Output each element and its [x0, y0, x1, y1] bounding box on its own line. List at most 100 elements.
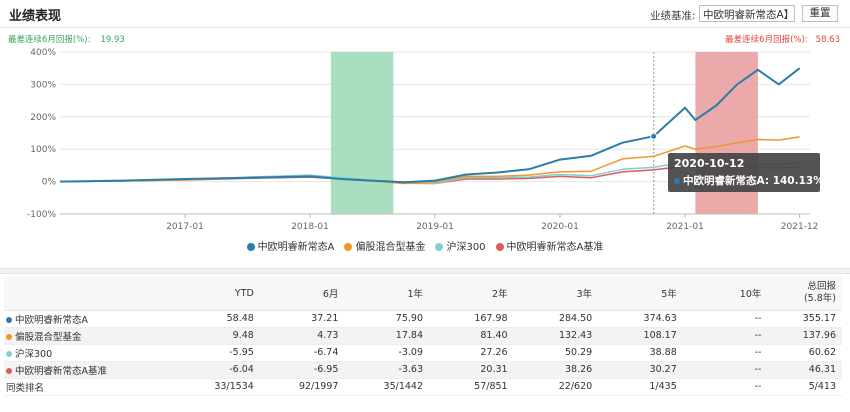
row-dot-icon: [6, 317, 12, 323]
row-name-cell: 沪深300: [4, 344, 176, 362]
reset-button[interactable]: 重置: [802, 5, 838, 22]
tooltip-date: 2020-10-12: [674, 157, 745, 170]
column-header: 3年: [513, 277, 599, 311]
table-body: 中欧明睿新常态A 58.48 37.21 75.90 167.98 284.50 374.6…: [4, 310, 842, 396]
table-cell: 167.98: [429, 310, 514, 328]
table-cell: 81.40: [429, 327, 514, 345]
row-name-cell: 中欧明睿新常态A基准: [4, 361, 176, 379]
column-header: 6月: [259, 277, 345, 311]
table-cell: 355.17: [767, 310, 842, 328]
row-name: 中欧明睿新常态A基准: [15, 365, 107, 377]
table-cell: 22/620: [513, 378, 599, 396]
column-header: [4, 277, 176, 311]
x-tick-label: 2021-01: [666, 222, 704, 232]
y-tick-label: 0%: [42, 178, 57, 188]
row-name: 中欧明睿新常态A: [15, 314, 88, 326]
table-cell: 20.31: [429, 361, 514, 379]
table-cell: 92/1997: [259, 378, 345, 396]
performance-panel: 业绩表现 业绩基准: 中欧明睿新常态A】 重置 最差连续6月回报(%): 19.9…: [0, 0, 850, 412]
column-header: 10年: [682, 277, 768, 311]
table-cell: 5/413: [767, 378, 842, 396]
table-cell: 1/435: [598, 378, 683, 396]
x-tick-label: 2019-01: [416, 222, 454, 232]
table-cell: --: [682, 344, 768, 362]
table-cell: 57/851: [429, 378, 514, 396]
table-cell: --: [682, 378, 768, 396]
table-cell: -6.74: [259, 344, 345, 362]
tooltip-series-dot: [674, 178, 680, 184]
table-cell: 137.96: [767, 327, 842, 345]
legend-item[interactable]: 中欧明睿新常态A基准: [495, 238, 603, 253]
table-cell: -5.95: [175, 344, 260, 362]
table-cell: 75.90: [344, 310, 429, 328]
x-tick-label: 2021-12: [781, 222, 819, 232]
benchmark-label: 业绩基准:: [650, 10, 696, 22]
table-row: 偏股混合型基金 9.48 4.73 17.84 81.40 132.43 108.17 -- 1…: [4, 327, 842, 345]
legend-item[interactable]: 中欧明睿新常态A: [246, 238, 334, 253]
row-name-cell: 同类排名: [4, 378, 176, 396]
table-cell: -3.09: [344, 344, 429, 362]
row-dot-icon: [6, 334, 12, 340]
row-dot-icon: [6, 351, 12, 357]
table-cell: 37.21: [259, 310, 345, 328]
table-header-row: YTD 6月 1年 2年 3年 5年 10年 总回报 (5.8年): [4, 277, 842, 311]
tooltip-label: 中欧明睿新常态A:: [683, 175, 770, 187]
section-divider: [0, 268, 850, 274]
legend-dot-icon: [495, 243, 504, 251]
y-tick-label: 100%: [30, 145, 56, 155]
table-cell: 284.50: [513, 310, 599, 328]
table-cell: 132.43: [513, 327, 599, 345]
row-dot-icon: [6, 368, 12, 374]
table-row: 中欧明睿新常态A 58.48 37.21 75.90 167.98 284.50 374.6…: [4, 310, 842, 328]
column-header: 1年: [344, 277, 429, 311]
row-name: 同类排名: [6, 382, 45, 394]
table-cell: 4.73: [259, 327, 345, 345]
column-header: 2年: [429, 277, 514, 311]
page-title: 业绩表现: [9, 9, 62, 24]
table-cell: --: [682, 327, 768, 345]
table-cell: -6.04: [175, 361, 260, 379]
table-cell: -3.63: [344, 361, 429, 379]
table-cell: 33/1534: [175, 378, 260, 396]
benchmark-select[interactable]: 中欧明睿新常态A】: [699, 5, 795, 22]
table-cell: 60.62: [767, 344, 842, 362]
table-cell: 17.84: [344, 327, 429, 345]
x-tick-label: 2018-01: [291, 222, 329, 232]
row-name: 偏股混合型基金: [15, 331, 82, 343]
panel-header: 业绩表现 业绩基准: 中欧明睿新常态A】 重置: [0, 0, 850, 28]
legend-dot-icon: [435, 243, 444, 251]
table-row: 中欧明睿新常态A基准 -6.04 -6.95 -3.63 20.31 38.26 30.27…: [4, 361, 842, 379]
table-cell: 38.26: [513, 361, 599, 379]
legend-dot-icon: [344, 243, 353, 251]
table-cell: 108.17: [598, 327, 683, 345]
table-cell: 30.27: [598, 361, 683, 379]
chart-legend: 中欧明睿新常态A 偏股混合型基金 沪深300 中欧明睿新常态A基准: [0, 238, 850, 253]
y-tick-label: 400%: [30, 48, 56, 58]
performance-table: YTD 6月 1年 2年 3年 5年 10年 总回报 (5.8年) 中欧明睿新常态A 58.48 3…: [4, 277, 842, 396]
tooltip-row: 中欧明睿新常态A: 140.13%: [674, 173, 824, 188]
chart-tooltip: 2020-10-12 中欧明睿新常态A: 140.13%: [668, 153, 824, 192]
legend-dot-icon: [246, 243, 255, 251]
table-cell: 9.48: [175, 327, 260, 345]
column-header: 总回报 (5.8年): [767, 277, 842, 311]
table-cell: 35/1442: [344, 378, 429, 396]
y-tick-label: 300%: [30, 80, 56, 90]
tooltip-point: [650, 132, 658, 140]
table-cell: 27.26: [429, 344, 514, 362]
row-name-cell: 偏股混合型基金: [4, 327, 176, 345]
x-tick-label: 2020-01: [541, 222, 579, 232]
table-cell: -6.95: [259, 361, 345, 379]
table-cell: 46.31: [767, 361, 842, 379]
y-tick-label: 200%: [30, 113, 56, 123]
table-cell: 58.48: [175, 310, 260, 328]
table-cell: 374.63: [598, 310, 683, 328]
legend-item[interactable]: 偏股混合型基金: [344, 238, 425, 253]
shaded-region: [330, 52, 394, 214]
row-name: 沪深300: [15, 348, 53, 360]
column-header-line: (5.8年): [803, 293, 836, 305]
table-cell: --: [682, 361, 768, 379]
column-header-line: 总回报: [807, 281, 836, 293]
legend-item[interactable]: 沪深300: [435, 238, 486, 253]
table-cell: 50.29: [513, 344, 599, 362]
tooltip-value: 140.13%: [772, 175, 824, 187]
